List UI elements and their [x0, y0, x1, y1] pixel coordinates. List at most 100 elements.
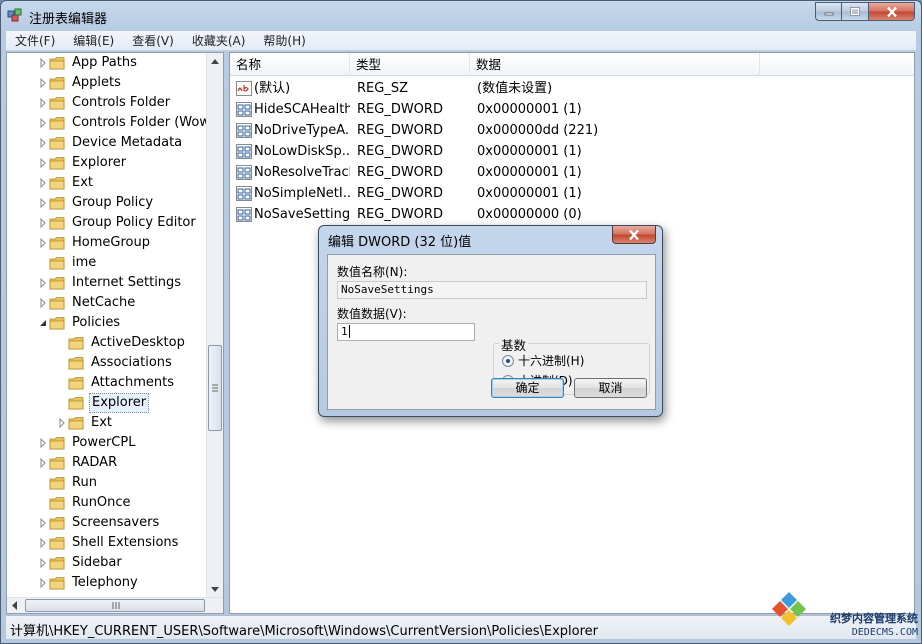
tree-item[interactable]: Policies: [37, 313, 122, 333]
windows-logo-icon: [772, 592, 806, 626]
column-header-type[interactable]: 类型: [350, 53, 470, 76]
tree-item[interactable]: Group Policy Editor: [37, 213, 198, 233]
table-row[interactable]: NoLowDiskSp... REG_DWORD 0x00000001 (1): [230, 141, 760, 162]
expand-arrow-icon[interactable]: [37, 53, 49, 73]
menu-view[interactable]: 查看(V): [123, 31, 183, 51]
value-data-input[interactable]: 1: [337, 323, 475, 341]
registry-tree[interactable]: App Paths Applets Controls Folder Controls …: [6, 52, 224, 614]
tree-item[interactable]: Associations: [56, 353, 174, 373]
tree-item[interactable]: App Paths: [37, 53, 139, 73]
tree-item-label: Explorer: [89, 393, 150, 413]
tree-item[interactable]: PowerCPL: [37, 433, 137, 453]
scroll-down-icon[interactable]: [207, 581, 223, 598]
expand-arrow-icon[interactable]: [37, 453, 49, 473]
expand-arrow-icon[interactable]: [37, 553, 49, 573]
radio-hexadecimal[interactable]: 十六进制(H): [502, 352, 584, 369]
tree-vertical-scrollbar[interactable]: [206, 53, 223, 598]
tree-item[interactable]: Run: [37, 473, 99, 493]
value-name-field[interactable]: NoSaveSettings: [337, 281, 647, 299]
expand-arrow-icon[interactable]: [37, 193, 49, 213]
value-name-cell: (默认): [254, 81, 291, 96]
folder-icon: [68, 337, 84, 350]
tree-item[interactable]: Applets: [37, 73, 123, 93]
value-data-cell: 0x00000000 (0): [477, 207, 582, 222]
table-row[interactable]: NoResolveTrack REG_DWORD 0x00000001 (1): [230, 162, 760, 183]
tree-item[interactable]: Telephony: [37, 573, 140, 593]
expand-arrow-icon[interactable]: [37, 433, 49, 453]
tree-item[interactable]: Controls Folder: [37, 93, 172, 113]
dialog-close-button[interactable]: [612, 226, 656, 244]
tree-item[interactable]: Attachments: [56, 373, 176, 393]
table-row[interactable]: NoSaveSettings REG_DWORD 0x00000000 (0): [230, 204, 760, 225]
expand-arrow-icon[interactable]: [37, 93, 49, 113]
expand-arrow-icon[interactable]: [37, 213, 49, 233]
scroll-up-icon[interactable]: [207, 53, 223, 70]
ok-button[interactable]: 确定: [491, 378, 564, 398]
expand-arrow-icon[interactable]: [37, 73, 49, 93]
tree-item[interactable]: Internet Settings: [37, 273, 183, 293]
tree-item[interactable]: Explorer: [37, 153, 128, 173]
vertical-scroll-thumb[interactable]: [208, 345, 222, 431]
folder-icon: [49, 277, 65, 290]
grip-icon: [212, 384, 218, 392]
expand-arrow-icon[interactable]: [37, 273, 49, 293]
tree-item[interactable]: Device Metadata: [37, 133, 184, 153]
table-row[interactable]: (默认) REG_SZ (数值未设置): [230, 78, 760, 99]
tree-item[interactable]: ime: [37, 253, 98, 273]
expanded-arrow-icon[interactable]: [37, 313, 49, 333]
expand-arrow-icon[interactable]: [37, 153, 49, 173]
folder-icon: [49, 137, 65, 150]
expand-arrow-icon[interactable]: [37, 173, 49, 193]
table-row[interactable]: NoSimpleNetI... REG_DWORD 0x00000001 (1): [230, 183, 760, 204]
tree-item-label: App Paths: [72, 55, 137, 70]
scroll-left-icon[interactable]: [7, 598, 23, 613]
tree-item[interactable]: Ext: [37, 173, 95, 193]
expand-arrow-icon[interactable]: [37, 513, 49, 533]
value-type-cell: REG_DWORD: [357, 144, 443, 159]
expand-arrow-icon[interactable]: [37, 533, 49, 553]
menu-favorites[interactable]: 收藏夹(A): [183, 31, 255, 51]
folder-icon: [49, 157, 65, 170]
folder-icon: [49, 477, 65, 490]
tree-item-label: Applets: [72, 75, 121, 90]
regedit-app-icon: [7, 8, 22, 22]
tree-item[interactable]: RADAR: [37, 453, 119, 473]
folder-icon: [49, 577, 65, 590]
expand-arrow-icon[interactable]: [56, 413, 68, 433]
expand-arrow-icon: [56, 393, 68, 413]
tree-item[interactable]: Group Policy: [37, 193, 155, 213]
maximize-button[interactable]: [842, 2, 869, 21]
expand-arrow-icon[interactable]: [37, 233, 49, 253]
column-header-name[interactable]: 名称: [230, 53, 350, 76]
tree-item[interactable]: Explorer: [56, 393, 150, 413]
minimize-icon: [824, 12, 833, 15]
column-header-data[interactable]: 数据: [470, 53, 760, 76]
minimize-button[interactable]: [815, 2, 842, 21]
tree-item[interactable]: Screensavers: [37, 513, 161, 533]
value-type-cell: REG_DWORD: [357, 207, 443, 222]
expand-arrow-icon[interactable]: [37, 573, 49, 593]
menu-file[interactable]: 文件(F): [6, 31, 64, 51]
close-button[interactable]: [869, 2, 915, 21]
table-row[interactable]: NoDriveTypeA... REG_DWORD 0x000000dd (221): [230, 120, 760, 141]
tree-item[interactable]: Ext: [56, 413, 114, 433]
tree-item[interactable]: ActiveDesktop: [56, 333, 187, 353]
expand-arrow-icon[interactable]: [37, 113, 49, 133]
table-row[interactable]: HideSCAHealth REG_DWORD 0x00000001 (1): [230, 99, 760, 120]
tree-horizontal-scrollbar[interactable]: [7, 597, 223, 613]
tree-item[interactable]: Sidebar: [37, 553, 124, 573]
horizontal-scroll-thumb[interactable]: [25, 599, 205, 612]
value-type-cell: REG_DWORD: [357, 165, 443, 180]
menu-help[interactable]: 帮助(H): [254, 31, 314, 51]
expand-arrow-icon[interactable]: [37, 293, 49, 313]
folder-icon: [68, 377, 84, 390]
cancel-button[interactable]: 取消: [574, 378, 647, 398]
tree-item[interactable]: HomeGroup: [37, 233, 152, 253]
tree-item[interactable]: Controls Folder (Wow64: [37, 113, 207, 133]
tree-item[interactable]: Shell Extensions: [37, 533, 180, 553]
tree-item[interactable]: NetCache: [37, 293, 137, 313]
title-bar[interactable]: 注册表编辑器: [1, 1, 921, 31]
menu-edit[interactable]: 编辑(E): [64, 31, 123, 51]
tree-item[interactable]: RunOnce: [37, 493, 133, 513]
expand-arrow-icon[interactable]: [37, 133, 49, 153]
